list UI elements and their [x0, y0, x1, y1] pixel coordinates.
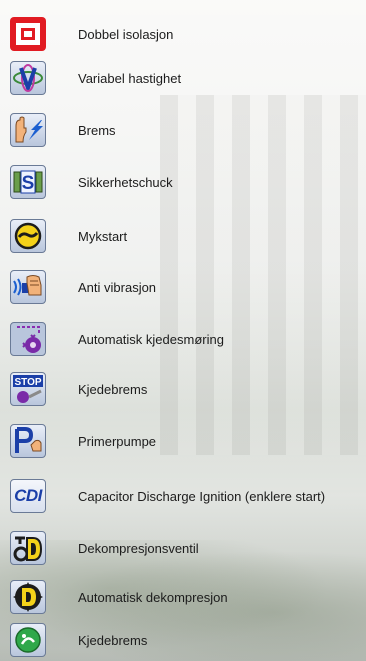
feature-row: Mykstart: [10, 219, 366, 253]
cdi-icon: CDI: [10, 479, 46, 513]
soft-start-icon: [10, 219, 46, 253]
feature-row: Brems: [10, 113, 366, 147]
feature-row: Anti vibrasjon: [10, 270, 366, 304]
feature-label: Dobbel isolasjon: [78, 26, 174, 42]
feature-row: Kjedebrems: [10, 623, 366, 657]
auto-chain-lubrication-icon: [10, 322, 46, 356]
svg-text:S: S: [22, 173, 35, 194]
feature-row: Automatisk kjedesmøring: [10, 322, 366, 356]
feature-label: Mykstart: [78, 228, 128, 244]
feature-label: Sikkerhetschuck: [78, 174, 173, 190]
chain-brake-stop-icon: STOP: [10, 372, 46, 406]
feature-label: Automatisk kjedesmøring: [78, 331, 224, 347]
feature-label: Brems: [78, 122, 116, 138]
feature-row: S Sikkerhetschuck: [10, 165, 366, 199]
cdi-icon-text: CDI: [14, 486, 42, 505]
safety-chuck-icon: S: [10, 165, 46, 199]
double-insulation-icon: [10, 17, 46, 51]
auto-decompression-icon: [10, 580, 46, 614]
feature-row: CDI Capacitor Discharge Ignition (enkler…: [10, 479, 366, 513]
feature-row: Primerpumpe: [10, 424, 366, 458]
primer-pump-icon: [10, 424, 46, 458]
feature-row: Dobbel isolasjon: [10, 17, 366, 51]
feature-label: Kjedebrems: [78, 381, 148, 397]
feature-row: Dekompresjonsventil: [10, 531, 366, 565]
variable-speed-icon: [10, 61, 46, 95]
feature-row: Variabel hastighet: [10, 61, 366, 95]
feature-label: Variabel hastighet: [78, 70, 182, 86]
feature-label: Kjedebrems: [78, 632, 148, 648]
feature-label: Primerpumpe: [78, 433, 157, 449]
feature-label: Automatisk dekompresjon: [78, 589, 228, 605]
feature-label: Capacitor Discharge Ignition (enklere st…: [78, 488, 326, 504]
svg-text:STOP: STOP: [14, 377, 41, 388]
feature-row: Automatisk dekompresjon: [10, 580, 366, 614]
feature-label: Dekompresjonsventil: [78, 540, 199, 556]
decompression-valve-icon: [10, 531, 46, 565]
brake-icon: [10, 113, 46, 147]
chain-brake-icon: [10, 623, 46, 657]
feature-label: Anti vibrasjon: [78, 279, 157, 295]
feature-row: STOP Kjedebrems: [10, 372, 366, 406]
anti-vibration-icon: [10, 270, 46, 304]
